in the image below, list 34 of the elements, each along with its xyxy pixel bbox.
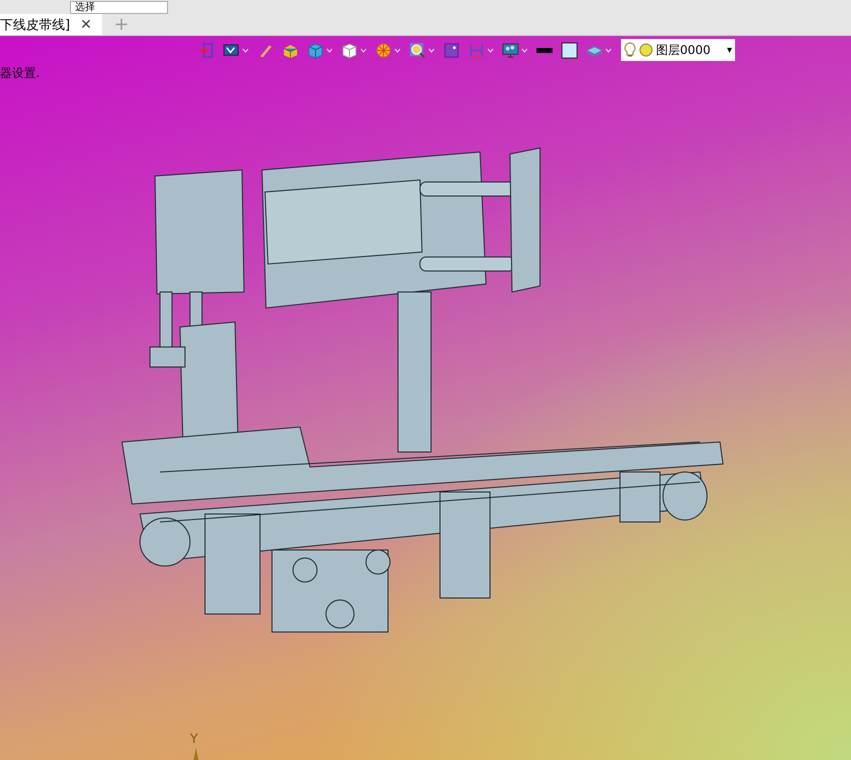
shaded-cube-icon — [307, 42, 324, 58]
circle-icon — [639, 43, 653, 57]
display-icon — [223, 42, 240, 58]
zoom-icon — [409, 42, 426, 58]
tab-label: 下线皮带线] — [0, 16, 70, 34]
dropdown-caret: ▾ — [726, 44, 732, 56]
monitor-icon — [502, 42, 519, 58]
view-tool-button[interactable] — [501, 40, 529, 60]
axis-label: Y — [190, 732, 198, 747]
layer-dropdown[interactable]: 图层0000 ▾ — [621, 39, 735, 61]
wheel-icon — [375, 42, 392, 58]
layer-name: 图层0000 — [656, 42, 711, 58]
caret-icon — [394, 48, 401, 52]
color-swatch-icon — [561, 42, 578, 58]
lightbulb-icon — [624, 42, 636, 58]
dimension-icon — [468, 42, 485, 58]
axis-arrow-icon — [193, 748, 199, 760]
close-icon[interactable]: ✕ — [80, 16, 92, 32]
caret-icon — [487, 48, 494, 52]
frame-icon — [443, 42, 460, 58]
select-field[interactable]: 选择 — [70, 0, 168, 14]
pencil-icon — [257, 42, 274, 58]
caret-icon — [326, 48, 333, 52]
plain-cube-icon — [341, 42, 358, 58]
document-tab[interactable]: 下线皮带线] ✕ — [0, 14, 102, 35]
line-swatch-icon — [536, 48, 553, 52]
caret-icon — [242, 48, 249, 52]
caret-icon — [360, 48, 367, 52]
caret-icon — [521, 48, 528, 52]
caret-icon — [605, 48, 612, 52]
status-text: 器设置. — [0, 65, 41, 82]
caret-icon — [428, 48, 435, 52]
exit-icon — [198, 42, 215, 58]
view-tool-button[interactable] — [560, 40, 579, 60]
